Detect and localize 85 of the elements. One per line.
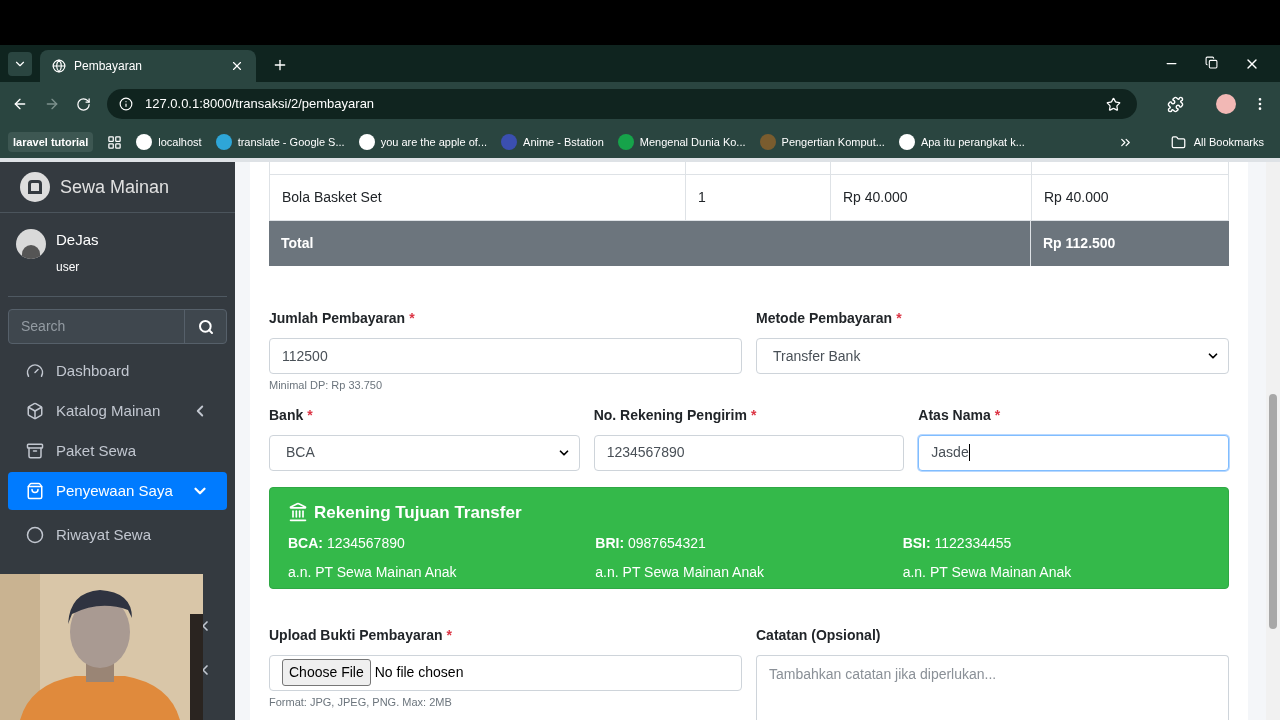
brand-logo [20,172,50,202]
field-label: Catatan (Opsional) [756,625,881,645]
bookmark-link[interactable]: Mengenal Dunia Ko... [617,133,746,151]
extensions-icon[interactable] [1167,95,1184,113]
text-field[interactable]: 1234567890 [593,434,905,471]
bookmark-link[interactable]: you are the apple of... [358,133,488,151]
bookmark-link[interactable]: Pengertian Komput... [759,133,885,151]
circle-icon [26,526,44,544]
browser-tab[interactable]: Pembayaran [40,50,256,82]
user-name: DeJas [56,230,99,250]
close-icon[interactable] [230,59,244,73]
nav-item[interactable]: Paket Sewa [8,432,227,470]
required-mark: * [307,405,313,425]
user-avatar [16,229,46,259]
field-label: Upload Bukti Pembayaran [269,625,443,645]
text-field[interactable]: Jasde [918,434,1229,471]
bookmark-link[interactable]: translate - Google S... [215,133,345,151]
bookmark-favicon-icon [215,134,232,150]
forward-icon[interactable] [44,96,60,112]
total-value: Rp 112.500 [1042,234,1117,253]
bookmark-link[interactable]: Anime - Bstation [501,133,604,151]
brand-name: Sewa Mainan [60,175,170,199]
table-cell: 1 [686,175,831,220]
file-status-text: No file chosen [374,663,464,682]
bookmark-link[interactable]: localhost [136,133,202,151]
nav-item[interactable]: Riwayat Sewa [8,516,227,554]
back-icon[interactable] [12,96,28,112]
required-mark: * [409,309,415,328]
account-number: BSI: 1122334455 [902,534,1013,553]
help-text: Format: JPG, JPEG, PNG. Max: 2MB [269,694,453,710]
table-cell: Bola Basket Set [270,175,686,220]
field-label: No. Rekening Pengirim [593,405,747,425]
file-field[interactable]: Choose File No file chosen [269,654,742,691]
all-bookmarks-link[interactable]: All Bookmarks [1170,133,1264,151]
text-field[interactable]: 112500 [269,338,742,374]
nav-icon [26,362,44,380]
dropdown-field[interactable]: Transfer Bank [756,338,1229,374]
alert-title: Rekening Tujuan Transfer [314,501,522,524]
table-cell: Rp 40.000 [831,175,1032,220]
account-holder: a.n. PT Sewa Mainan Anak [902,563,1073,582]
account-holder: a.n. PT Sewa Mainan Anak [288,563,458,582]
bookmark-star-icon[interactable] [1106,96,1121,112]
choose-file-button[interactable]: Choose File [282,659,371,686]
dropdown-field[interactable]: BCA [269,434,580,471]
nav-icon [26,402,44,420]
nav-item[interactable]: Dashboard [8,352,227,390]
help-text: Minimal DP: Rp 33.750 [269,378,384,393]
scrollbar[interactable] [1266,162,1280,720]
account-holder: a.n. PT Sewa Mainan Anak [595,563,765,582]
apps-icon[interactable] [107,134,123,150]
site-info-icon[interactable] [119,97,133,111]
restore-icon[interactable] [1205,56,1218,69]
user-role: user [56,258,81,276]
field-label: Metode Pembayaran [756,309,893,328]
reload-icon[interactable] [76,96,91,112]
address-bar[interactable]: 127.0.0.1:8000/transaksi/2/pembayaran [107,89,1137,119]
bookmark-favicon-icon [358,134,375,150]
new-tab-icon[interactable] [272,57,288,73]
bookmark-favicon-icon [617,134,634,150]
account-number: BCA: 1234567890 [288,534,406,553]
required-mark: * [446,625,452,645]
field-label: Atas Nama [918,405,991,425]
nav-item[interactable]: Katalog Mainan [8,392,227,430]
account-number: BRI: 0987654321 [595,534,707,553]
required-mark: * [896,309,902,328]
table-cell-text: Rp 40.000 [1043,188,1110,207]
bookmark-favicon-icon [501,134,518,150]
required-mark: * [994,405,1001,425]
bookmark-favicon-icon [898,134,915,150]
profile-avatar[interactable] [1216,94,1236,114]
bank-icon [288,502,308,523]
nav-item[interactable]: Penyewaan Saya [8,472,227,510]
folder-icon [1170,134,1186,150]
bookmark-favicon-icon [759,134,776,150]
nav-icon [26,442,44,460]
field-label: Bank [269,405,304,425]
total-label: Total [269,221,1031,266]
bookmark-link[interactable]: Apa itu perangkat k... [898,133,1025,151]
tab-group-chip[interactable]: laravel tutorial [8,131,94,153]
globe-icon [52,59,66,73]
field-label: Jumlah Pembayaran [269,309,406,328]
tab-list-button[interactable] [8,52,32,76]
nav-icon [26,482,44,500]
bookmark-favicon-icon [136,134,153,150]
required-mark: * [750,405,757,425]
